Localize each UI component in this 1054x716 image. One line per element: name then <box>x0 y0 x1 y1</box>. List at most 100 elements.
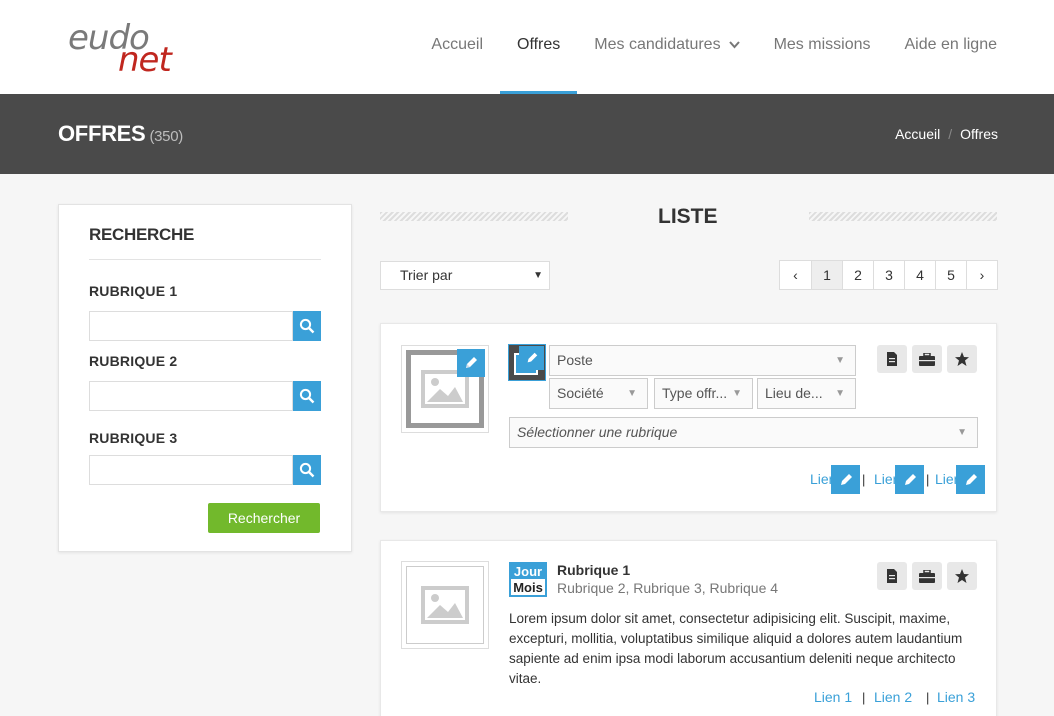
lien-1-label: Lien <box>805 465 831 494</box>
briefcase-icon <box>919 569 935 583</box>
rubrique-2-input[interactable] <box>89 381 293 411</box>
link-separator: | <box>926 472 930 487</box>
nav-aide-en-ligne[interactable]: Aide en ligne <box>887 0 1014 94</box>
pagination-page-4[interactable]: 4 <box>904 261 935 289</box>
breadcrumb: Accueil / Offres <box>895 126 998 142</box>
pencil-icon <box>904 473 916 485</box>
pagination: ‹ 1 2 3 4 5 › <box>779 260 998 290</box>
type-offre-select-value: Type offr... <box>662 385 728 401</box>
caret-down-icon: ▼ <box>957 427 967 438</box>
pagination-next[interactable]: › <box>966 261 997 289</box>
pencil-icon <box>466 357 477 368</box>
pagination-page-1[interactable]: 1 <box>811 261 842 289</box>
poste-select[interactable]: Poste ▼ <box>549 345 856 376</box>
lien-1-link[interactable]: Lien 1 <box>814 689 852 705</box>
pencil-icon <box>965 473 977 485</box>
rubrique-3-search-button[interactable] <box>293 455 321 485</box>
rubrique-select[interactable]: Sélectionner une rubrique ▼ <box>509 417 978 448</box>
caret-down-icon: ▼ <box>627 388 637 399</box>
pagination-page-5[interactable]: 5 <box>935 261 966 289</box>
lien-3-edit[interactable]: Lien <box>930 465 985 494</box>
document-button[interactable] <box>877 345 907 373</box>
briefcase-button[interactable] <box>912 345 942 373</box>
lien-2-edit[interactable]: Lien <box>869 465 924 494</box>
nav-offres[interactable]: Offres <box>500 0 578 94</box>
edit-image-button[interactable] <box>457 349 485 377</box>
nav-mes-missions[interactable]: Mes missions <box>757 0 888 94</box>
edit-link-button[interactable] <box>831 465 860 494</box>
nav-mes-candidatures-label: Mes candidatures <box>594 36 721 53</box>
favorite-button[interactable] <box>947 562 977 590</box>
list-title: LISTE <box>658 205 718 228</box>
lien-2-label: Lien <box>869 465 895 494</box>
edit-date-button[interactable] <box>519 346 544 370</box>
rubrique-2-label: RUBRIQUE 2 <box>89 353 178 369</box>
offer-rubriques: Rubrique 2, Rubrique 3, Rubrique 4 <box>557 580 779 596</box>
caret-down-icon: ▼ <box>732 388 742 399</box>
lien-1-edit[interactable]: Lien <box>805 465 860 494</box>
date-month: Mois <box>513 580 543 595</box>
caret-down-icon: ▼ <box>533 270 543 281</box>
briefcase-icon <box>919 352 935 366</box>
breadcrumb-accueil[interactable]: Accueil <box>895 126 940 142</box>
offer-count: (350) <box>149 128 183 145</box>
chevron-down-icon <box>728 1 740 91</box>
nav-accueil[interactable]: Accueil <box>414 0 500 94</box>
star-icon <box>955 569 969 583</box>
briefcase-button[interactable] <box>912 562 942 590</box>
page-title-text: OFFRES <box>58 121 146 146</box>
page-header: OFFRES (350) Accueil / Offres <box>0 94 1054 174</box>
sort-select-value: Trier par <box>400 267 453 283</box>
pencil-icon <box>527 352 537 363</box>
favorite-button[interactable] <box>947 345 977 373</box>
edit-link-button[interactable] <box>956 465 985 494</box>
societe-select[interactable]: Société ▼ <box>549 378 648 409</box>
title-decoration-right <box>809 212 997 221</box>
title-decoration-left <box>380 212 568 221</box>
logo[interactable]: eudo net <box>68 14 178 80</box>
type-offre-select[interactable]: Type offr... ▼ <box>654 378 753 409</box>
search-title: RECHERCHE <box>89 225 194 244</box>
sort-select[interactable]: Trier par ▼ <box>380 261 550 290</box>
lien-2-link[interactable]: Lien 2 <box>874 689 912 705</box>
document-button[interactable] <box>877 562 907 590</box>
edit-date-badge[interactable] <box>508 344 546 381</box>
link-separator: | <box>926 690 930 705</box>
offer-rubrique-1: Rubrique 1 <box>557 562 631 578</box>
pagination-page-3[interactable]: 3 <box>873 261 904 289</box>
image-placeholder-icon <box>421 586 469 624</box>
pagination-prev[interactable]: ‹ <box>780 261 811 289</box>
date-day: Jour <box>511 564 545 579</box>
poste-select-value: Poste <box>557 352 593 368</box>
lieu-select[interactable]: Lieu de... ▼ <box>757 378 856 409</box>
link-separator: | <box>862 690 866 705</box>
pencil-icon <box>840 473 852 485</box>
search-icon <box>299 462 315 478</box>
rubrique-3-input[interactable] <box>89 455 293 485</box>
image-frame <box>406 566 484 644</box>
top-navbar: eudo net Accueil Offres Mes candidatures… <box>0 0 1054 94</box>
lien-3-link[interactable]: Lien 3 <box>937 689 975 705</box>
breadcrumb-offres: Offres <box>960 126 998 142</box>
divider <box>89 259 321 260</box>
lien-3-label: Lien <box>930 465 956 494</box>
rechercher-button[interactable]: Rechercher <box>208 503 320 533</box>
rubrique-3-label: RUBRIQUE 3 <box>89 430 178 446</box>
caret-down-icon: ▼ <box>835 355 845 366</box>
offer-image[interactable] <box>401 561 489 649</box>
nav-mes-candidatures[interactable]: Mes candidatures <box>577 0 756 94</box>
star-icon <box>955 352 969 366</box>
search-panel: RECHERCHE RUBRIQUE 1 RUBRIQUE 2 RUBRIQUE… <box>58 204 352 552</box>
rubrique-1-input[interactable] <box>89 311 293 341</box>
main-nav: Accueil Offres Mes candidatures Mes miss… <box>414 0 1014 94</box>
lieu-select-value: Lieu de... <box>765 385 823 401</box>
logo-text-bottom: net <box>118 40 172 80</box>
edit-link-button[interactable] <box>895 465 924 494</box>
rubrique-select-value: Sélectionner une rubrique <box>517 424 678 440</box>
rubrique-1-label: RUBRIQUE 1 <box>89 283 178 299</box>
rubrique-2-search-button[interactable] <box>293 381 321 411</box>
pagination-page-2[interactable]: 2 <box>842 261 873 289</box>
date-badge: Jour Mois <box>509 562 547 597</box>
document-icon <box>887 569 897 583</box>
rubrique-1-search-button[interactable] <box>293 311 321 341</box>
